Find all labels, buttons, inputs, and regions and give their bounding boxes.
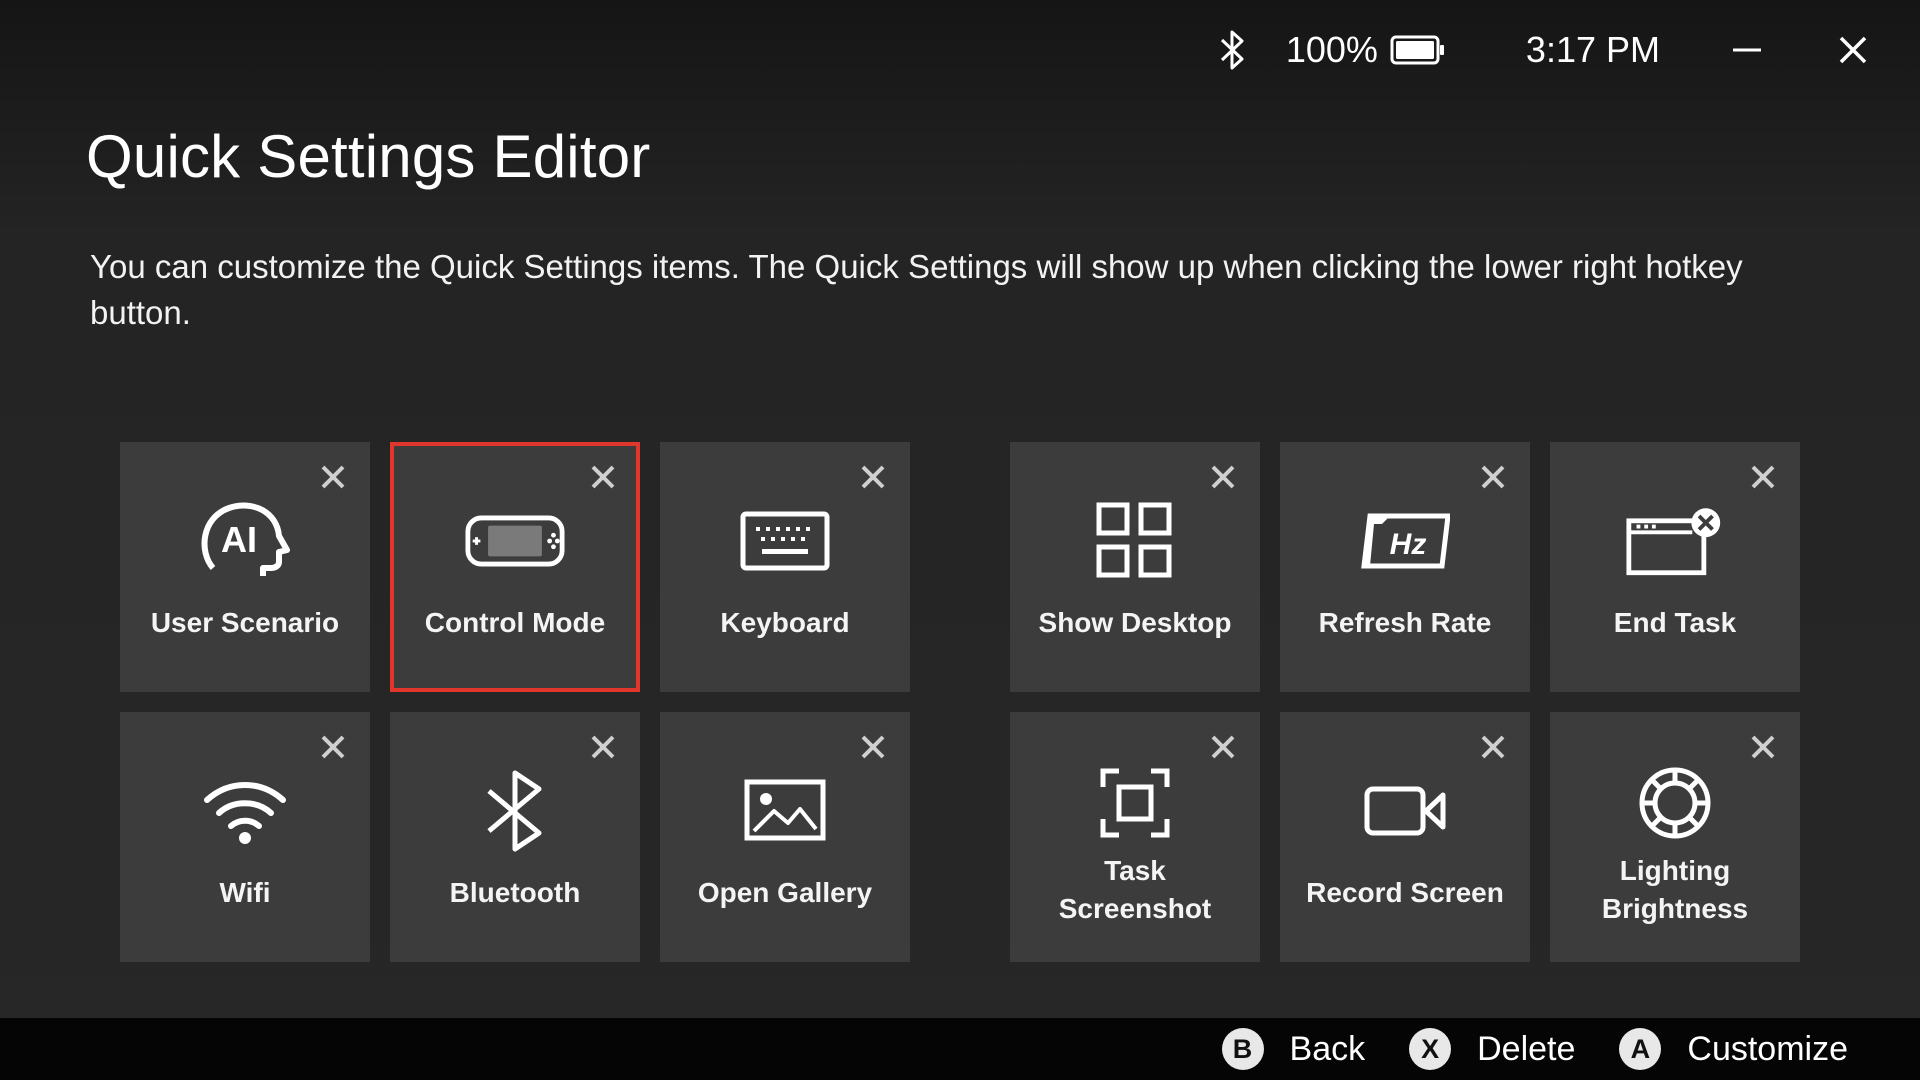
footer-hint-bar: B Back X Delete A Customize [0,1018,1920,1080]
tile-label: Bluetooth [449,877,581,908]
remove-tile-icon[interactable] [320,464,346,490]
tile-refresh-rate[interactable]: Hz Refresh Rate [1280,442,1530,692]
tile-label: Wifi [219,877,271,908]
remove-tile-icon[interactable] [1480,734,1506,760]
bluetooth-icon [465,766,565,856]
handheld-console-icon [465,496,565,586]
tile-task-screenshot[interactable]: Task Screenshot [1010,712,1260,962]
a-button-icon: A [1619,1028,1662,1070]
remove-tile-icon[interactable] [590,734,616,760]
tile-label: Keyboard [720,607,850,638]
battery-fill [1395,41,1434,59]
remove-tile-icon[interactable] [860,734,886,760]
tile-label: Refresh Rate [1318,607,1492,638]
clock: 3:17 PM [1525,29,1660,70]
bluetooth-status-icon [1220,30,1244,70]
tile-label: Control Mode [424,607,606,638]
tile-label: Open Gallery [697,877,873,908]
tile-lighting-brightness[interactable]: Lighting Brightness [1550,712,1800,962]
b-button-icon: B [1221,1028,1264,1070]
screenshot-frame-icon [1085,758,1185,848]
tile-label-line1: Lighting [1619,855,1731,886]
page-title: Quick Settings Editor [86,123,651,190]
tile-control-mode[interactable]: Control Mode [390,442,640,692]
remove-tile-icon[interactable] [1210,464,1236,490]
quick-settings-editor-screen: 100% 3:17 PM Quick Settings Editor You c… [0,0,1920,1080]
tile-label: Task Screenshot [1010,852,1260,928]
battery-icon [1390,35,1444,65]
tile-show-desktop[interactable]: Show Desktop [1010,442,1260,692]
tile-user-scenario[interactable]: AI User Scenario [120,442,370,692]
back-hint[interactable]: B Back [1221,1028,1366,1070]
close-icon [1839,36,1867,64]
tile-label-line2: Screenshot [1058,893,1212,924]
ai-head-icon: AI [195,496,295,586]
customize-hint[interactable]: A Customize [1619,1028,1848,1070]
tile-bluetooth[interactable]: Bluetooth [390,712,640,962]
tile-end-task[interactable]: End Task [1550,442,1800,692]
hz-icon: Hz [1355,496,1455,586]
tile-record-screen[interactable]: Record Screen [1280,712,1530,962]
keyboard-icon [735,496,835,586]
tile-label-line1: Task [1104,855,1166,886]
close-window-button[interactable] [1828,25,1878,75]
quick-settings-grid: AI User Scenario Control Mode Keyboard S… [120,442,1800,962]
remove-tile-icon[interactable] [1210,734,1236,760]
window-close-icon [1625,496,1725,586]
page-description: You can customize the Quick Settings ite… [90,248,1743,331]
remove-tile-icon[interactable] [860,464,886,490]
back-label: Back [1289,1029,1366,1068]
remove-tile-icon[interactable] [1750,734,1776,760]
wifi-icon [195,766,295,856]
video-camera-icon [1355,766,1455,856]
tile-label: Show Desktop [1038,607,1232,638]
lighting-ring-icon [1625,758,1725,848]
tile-label: User Scenario [150,607,340,638]
tile-label: Record Screen [1306,877,1504,908]
battery-percentage: 100% [1285,29,1378,70]
tile-label: Lighting Brightness [1550,852,1800,928]
remove-tile-icon[interactable] [1750,464,1776,490]
minimize-button[interactable] [1722,25,1772,75]
tile-label: End Task [1613,607,1737,638]
minimize-icon [1733,48,1761,52]
remove-tile-icon[interactable] [590,464,616,490]
status-bar: 100% 3:17 PM [1216,0,1920,100]
remove-tile-icon[interactable] [1480,464,1506,490]
tile-label-line2: Brightness [1601,893,1749,924]
x-button-icon: X [1409,1028,1452,1070]
svg-text:Hz: Hz [1390,528,1427,561]
delete-hint[interactable]: X Delete [1409,1028,1575,1070]
image-icon [735,766,835,856]
tile-keyboard[interactable]: Keyboard [660,442,910,692]
remove-tile-icon[interactable] [320,734,346,760]
tile-open-gallery[interactable]: Open Gallery [660,712,910,962]
svg-text:AI: AI [221,519,257,560]
four-squares-icon [1085,496,1185,586]
tile-wifi[interactable]: Wifi [120,712,370,962]
delete-label: Delete [1477,1029,1576,1068]
customize-label: Customize [1687,1029,1848,1068]
